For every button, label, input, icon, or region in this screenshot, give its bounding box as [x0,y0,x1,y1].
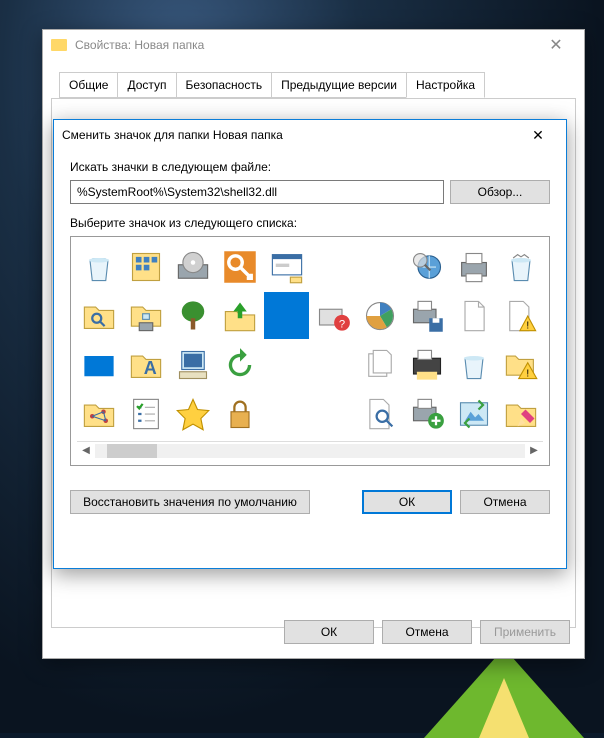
documents-icon[interactable] [358,341,403,388]
scroll-thumb[interactable] [107,444,157,458]
tab-customize[interactable]: Настройка [406,72,485,98]
folder-up-icon[interactable] [217,292,262,339]
tab-sharing[interactable]: Доступ [117,72,176,98]
folder-icon [51,39,67,51]
printer-save-icon[interactable] [405,292,450,339]
blue-rect-icon[interactable] [77,341,122,388]
recycle-bin-empty-icon[interactable] [77,243,122,290]
printer-icon[interactable] [451,243,496,290]
document-icon[interactable] [451,292,496,339]
checklist-icon[interactable] [124,390,169,437]
network-folder-icon[interactable] [124,292,169,339]
close-icon[interactable]: ✕ [536,35,576,55]
browse-button[interactable]: Обзор... [450,180,550,204]
key-icon[interactable] [217,243,262,290]
run-dialog-icon[interactable] [264,243,309,290]
scroll-left-icon[interactable]: ◀ [77,445,95,456]
close-icon[interactable]: ✕ [518,127,558,144]
magnifier-globe-icon[interactable] [405,243,450,290]
blank-icon[interactable] [264,341,309,388]
lock-icon[interactable] [217,390,262,437]
change-icon-dialog: Сменить значок для папки Новая папка ✕ И… [53,119,567,569]
change-icon-titlebar[interactable]: Сменить значок для папки Новая папка ✕ [54,120,566,150]
computer-icon[interactable] [171,341,216,388]
control-panel-icon[interactable] [124,243,169,290]
cancel-button[interactable]: Отмена [460,490,550,514]
icon-list: ?! A! ◀ ▶ [70,236,550,466]
svg-text:!: ! [526,368,529,379]
pick-label: Выберите значок из следующего списка: [70,216,550,230]
horizontal-scrollbar[interactable]: ◀ ▶ [77,441,543,459]
blank-icon[interactable] [264,390,309,437]
tab-previous[interactable]: Предыдущие версии [271,72,407,98]
search-doc-icon[interactable] [358,390,403,437]
search-label: Искать значки в следующем файле: [70,160,550,174]
recycle-bin-full-icon[interactable] [498,243,543,290]
tab-security[interactable]: Безопасность [176,72,273,98]
blank-icon[interactable] [358,243,403,290]
warning-doc-icon[interactable]: ! [498,292,543,339]
warning-folder-icon[interactable]: ! [498,341,543,388]
search-folder-icon[interactable] [77,292,122,339]
blank-icon[interactable] [311,390,356,437]
drive-cd-icon[interactable] [171,243,216,290]
svg-text:?: ? [339,318,345,330]
svg-text:A: A [144,358,157,378]
recycle-bin-icon[interactable] [451,341,496,388]
tab-bar: Общие Доступ Безопасность Предыдущие вер… [51,72,576,99]
scroll-right-icon[interactable]: ▶ [525,445,543,456]
ok-button[interactable]: ОК [362,490,452,514]
recycle-image-icon[interactable] [451,390,496,437]
restore-defaults-button[interactable]: Восстановить значения по умолчанию [70,490,310,514]
network-map-icon[interactable] [77,390,122,437]
window-title: Свойства: Новая папка [75,38,536,52]
refresh-icon[interactable] [217,341,262,388]
blank-icon[interactable] [311,341,356,388]
svg-text:!: ! [526,320,529,331]
help-device-icon[interactable]: ? [311,292,356,339]
chart-icon[interactable] [358,292,403,339]
tree-icon[interactable] [171,292,216,339]
icon-path-input[interactable] [70,180,444,204]
blue-square-icon[interactable] [264,292,309,339]
highlight-folder-icon[interactable] [498,390,543,437]
properties-titlebar[interactable]: Свойства: Новая папка ✕ [43,30,584,60]
tab-general[interactable]: Общие [59,72,118,98]
apply-button[interactable]: Применить [480,620,570,644]
fax-printer-icon[interactable] [405,341,450,388]
blank-icon[interactable] [311,243,356,290]
printer-add-icon[interactable] [405,390,450,437]
dialog-title: Сменить значок для папки Новая папка [62,128,518,142]
ok-button[interactable]: ОК [284,620,374,644]
star-icon[interactable] [171,390,216,437]
font-folder-icon[interactable]: A [124,341,169,388]
cancel-button[interactable]: Отмена [382,620,472,644]
